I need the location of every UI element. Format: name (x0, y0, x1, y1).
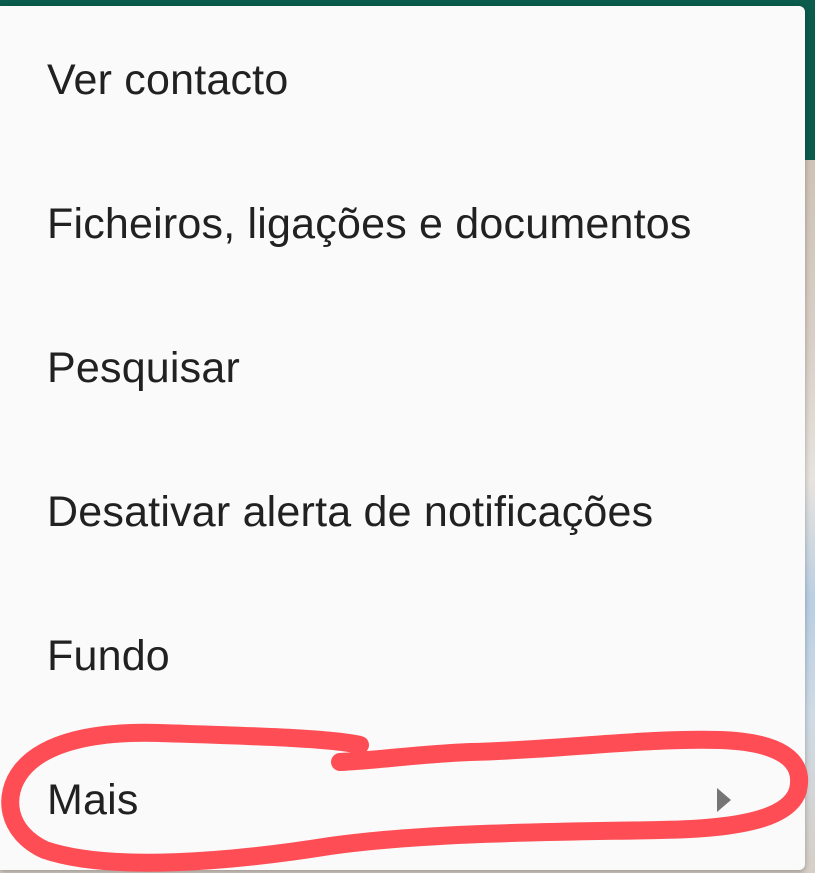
menu-item-label: Fundo (47, 631, 170, 680)
menu-item-ficheiros[interactable]: Ficheiros, ligações e documentos (0, 152, 805, 296)
menu-item-label: Ver contacto (47, 55, 289, 104)
menu-item-label: Pesquisar (47, 343, 241, 392)
menu-item-label: Desativar alerta de notificações (47, 487, 654, 536)
menu-item-pesquisar[interactable]: Pesquisar (0, 296, 805, 440)
menu-item-mais[interactable]: Mais (0, 728, 805, 872)
submenu-arrow-icon (717, 788, 731, 812)
screen: Ver contacto Ficheiros, ligações e docum… (0, 0, 815, 873)
menu-item-label: Ficheiros, ligações e documentos (47, 199, 692, 248)
menu-item-fundo[interactable]: Fundo (0, 584, 805, 728)
menu-item-ver-contacto[interactable]: Ver contacto (0, 8, 805, 152)
menu-item-label: Mais (47, 775, 139, 824)
overflow-menu: Ver contacto Ficheiros, ligações e docum… (0, 6, 805, 870)
menu-item-desativar-alerta[interactable]: Desativar alerta de notificações (0, 440, 805, 584)
